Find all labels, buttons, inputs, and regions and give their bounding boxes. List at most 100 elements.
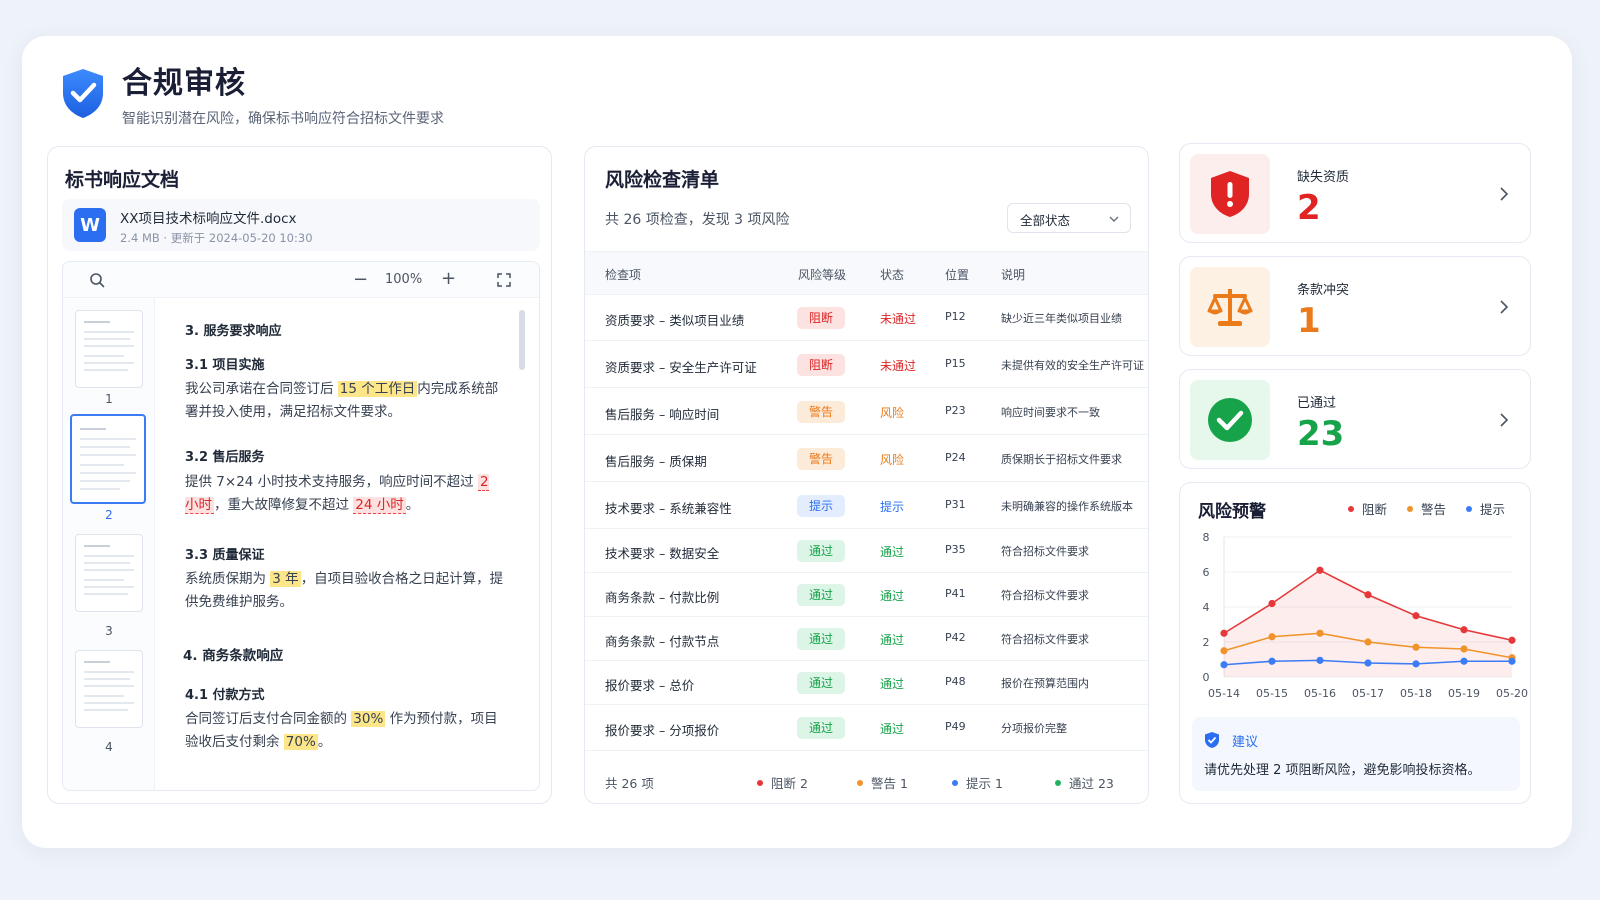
- summary-value: 2: [1297, 188, 1321, 228]
- paragraph: 系统质保期为 3 年，自项目验收合格之日起计算，提供免费维护服务。: [185, 571, 504, 610]
- check-status: 通过: [880, 633, 905, 647]
- status-filter-value: 全部状态: [1020, 213, 1071, 228]
- check-status: 通过: [880, 545, 905, 559]
- table-row[interactable]: 报价要求 – 总价 通过 通过 P48 报价在预算范围内: [585, 661, 1148, 705]
- zoom-in-button[interactable]: +: [441, 268, 456, 289]
- check-item: 商务条款 – 付款比例: [605, 590, 720, 605]
- page-position: P31: [945, 498, 966, 511]
- highlight-pass[interactable]: 30%: [351, 711, 386, 727]
- table-footer: 共 26 项 阻断 2 警告 1 提示 1 通过 23: [585, 759, 1148, 803]
- page-position: P23: [945, 404, 966, 417]
- risk-level-badge: 警告: [797, 401, 845, 423]
- risk-level-badge: 通过: [797, 628, 845, 650]
- highlight-pass[interactable]: 3 年: [270, 571, 301, 587]
- summary-card-missing-qualification[interactable]: 缺失资质 2: [1179, 143, 1531, 243]
- check-description: 符合招标文件要求: [1001, 589, 1089, 602]
- footer-total: 共 26 项: [605, 776, 654, 791]
- data-point: [1460, 626, 1468, 634]
- page-position: P24: [945, 451, 966, 464]
- shield-check-icon: [1205, 732, 1219, 748]
- table-row[interactable]: 售后服务 – 质保期 警告 风险 P24 质保期长于招标文件要求: [585, 435, 1148, 482]
- file-name: XX项目技术标响应文件.docx: [120, 211, 297, 227]
- data-point: [1508, 636, 1516, 644]
- footer-warn-count: 警告 1: [857, 773, 908, 792]
- document-page: 3. 服务要求响应 3.1 项目实施 我公司承诺在合同签订后 15 个工作日 内完…: [155, 298, 527, 790]
- summary-card-clause-conflict[interactable]: 条款冲突 1: [1179, 256, 1531, 356]
- chevron-right-icon: [1500, 300, 1509, 314]
- table-row[interactable]: 技术要求 – 数据安全 通过 通过 P35 符合招标文件要求: [585, 529, 1148, 573]
- section-heading: 3. 服务要求响应: [185, 324, 282, 339]
- zoom-out-button[interactable]: −: [353, 269, 368, 290]
- check-description: 符合招标文件要求: [1001, 545, 1089, 558]
- risk-level-badge: 通过: [797, 672, 845, 694]
- page-thumbnail[interactable]: [75, 310, 143, 388]
- page-number: 3: [105, 624, 113, 638]
- search-icon[interactable]: [89, 272, 105, 288]
- legend-item-block: 阻断: [1348, 499, 1387, 518]
- risk-level-badge: 通过: [797, 717, 845, 739]
- chevron-right-icon: [1500, 187, 1509, 201]
- page-number: 1: [105, 392, 113, 406]
- y-tick-label: 8: [1203, 531, 1210, 544]
- page-thumbnail[interactable]: [75, 650, 143, 728]
- column-header: 检查项: [605, 268, 642, 282]
- check-description: 报价在预算范围内: [1001, 677, 1089, 690]
- risk-level-badge: 通过: [797, 584, 845, 606]
- section-heading: 3.3 质量保证: [185, 548, 265, 563]
- check-item: 售后服务 – 响应时间: [605, 407, 720, 422]
- file-row[interactable]: W XX项目技术标响应文件.docx 2.4 MB · 更新于 2024-05-…: [62, 199, 540, 251]
- check-description: 响应时间要求不一致: [1001, 406, 1100, 419]
- x-tick-label: 05-16: [1304, 687, 1336, 700]
- page-thumbnail-active[interactable]: [70, 414, 146, 504]
- section-heading: 4.1 付款方式: [185, 688, 265, 703]
- table-row[interactable]: 售后服务 – 响应时间 警告 风险 P23 响应时间要求不一致: [585, 388, 1148, 435]
- page-number: 2: [105, 508, 113, 522]
- x-tick-label: 05-20: [1496, 687, 1528, 700]
- check-status: 未通过: [880, 359, 917, 373]
- risk-level-badge: 通过: [797, 540, 845, 562]
- table-row[interactable]: 商务条款 – 付款比例 通过 通过 P41 符合招标文件要求: [585, 573, 1148, 617]
- fullscreen-icon[interactable]: [497, 273, 511, 287]
- app-shell: 合规审核 智能识别潜在风险，确保标书响应符合招标文件要求 标书响应文档 W XX…: [22, 36, 1572, 848]
- page-thumbnail[interactable]: [75, 534, 143, 612]
- chevron-right-icon: [1500, 413, 1509, 427]
- table-row[interactable]: 报价要求 – 分项报价 通过 通过 P49 分项报价完整: [585, 705, 1148, 751]
- check-item: 资质要求 – 类似项目业绩: [605, 313, 745, 328]
- column-header: 状态: [880, 268, 905, 282]
- summary-card-passed[interactable]: 已通过 23: [1179, 369, 1531, 469]
- check-item: 技术要求 – 系统兼容性: [605, 501, 732, 516]
- check-item: 报价要求 – 总价: [605, 678, 695, 693]
- legend-item-hint: 提示: [1466, 499, 1505, 518]
- paragraph: 提供 7×24 小时技术支持服务，响应时间不超过 2 小时 ，重大故障修复不超过 …: [185, 474, 489, 514]
- risk-warning-panel: 风险预警 阻断 警告 提示 0 2 4 6 8 05-14 05-15 05-16 05-17 0…: [1179, 482, 1531, 804]
- table-row[interactable]: 资质要求 – 类似项目业绩 阻断 未通过 P12 缺少近三年类似项目业绩: [585, 295, 1148, 341]
- table-row[interactable]: 技术要求 – 系统兼容性 提示 提示 P31 未明确兼容的操作系统版本: [585, 482, 1148, 529]
- check-item: 报价要求 – 分项报价: [605, 723, 720, 738]
- risk-level-badge: 阻断: [797, 354, 845, 376]
- data-point: [1220, 661, 1228, 669]
- summary-value: 23: [1297, 414, 1345, 454]
- data-point: [1508, 657, 1516, 665]
- check-description: 质保期长于招标文件要求: [1001, 453, 1122, 466]
- check-status: 通过: [880, 589, 905, 603]
- table-row[interactable]: 资质要求 – 安全生产许可证 阻断 未通过 P15 未提供有效的安全生产许可证: [585, 341, 1148, 388]
- table-header: 检查项 风险等级 状态 位置 说明: [585, 251, 1148, 295]
- check-item: 售后服务 – 质保期: [605, 454, 707, 469]
- highlight-pass[interactable]: 15 个工作日: [337, 381, 418, 397]
- highlight-risk[interactable]: 24 小时: [353, 497, 406, 514]
- scrollbar[interactable]: [519, 310, 525, 370]
- risk-summary: 共 26 项检查，发现 3 项风险: [605, 212, 790, 228]
- risk-level-badge: 警告: [797, 448, 845, 470]
- data-point: [1460, 657, 1468, 665]
- y-tick-label: 2: [1203, 636, 1210, 649]
- status-filter-select[interactable]: 全部状态: [1007, 203, 1131, 233]
- legend-item-warn: 警告: [1407, 499, 1446, 518]
- check-status: 风险: [880, 406, 905, 420]
- highlight-pass[interactable]: 70%: [283, 734, 318, 750]
- table-row[interactable]: 商务条款 – 付款节点 通过 通过 P42 符合招标文件要求: [585, 617, 1148, 661]
- data-point: [1316, 629, 1324, 637]
- column-header: 说明: [1001, 268, 1026, 282]
- summary-value: 1: [1297, 301, 1321, 341]
- paragraph: 我公司承诺在合同签订后 15 个工作日 内完成系统部署并投入使用，满足招标文件要求…: [185, 381, 499, 420]
- advice-title: 建议: [1232, 735, 1259, 750]
